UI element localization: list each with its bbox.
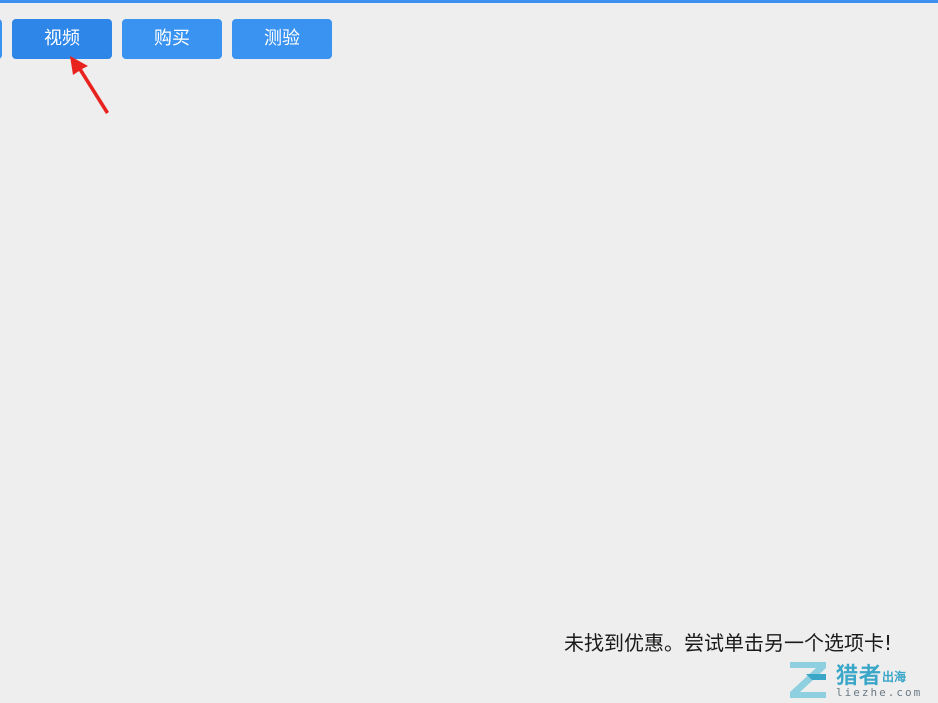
top-accent-bar — [0, 0, 938, 3]
empty-state-message: 未找到优惠。尝试单击另一个选项卡! — [563, 631, 892, 655]
watermark-domain: liezhe.com — [836, 686, 923, 699]
watermark-sub: 出海 — [882, 670, 907, 684]
z-logo-icon — [790, 662, 826, 698]
tab-quiz[interactable]: 测验 — [232, 19, 332, 59]
tab-partial[interactable] — [0, 19, 2, 59]
red-arrow-icon — [70, 56, 109, 114]
tab-buy[interactable]: 购买 — [122, 19, 222, 59]
watermark: 猎者 出海 liezhe.com — [786, 656, 936, 702]
